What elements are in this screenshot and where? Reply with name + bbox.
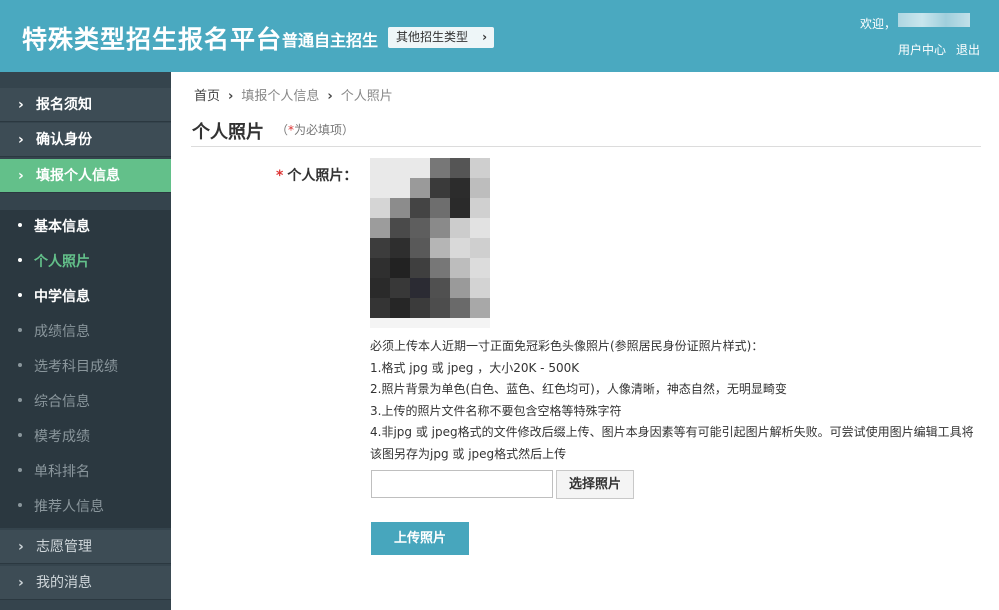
bullet-icon bbox=[18, 293, 22, 297]
sidebar-item-label: 我的消息 bbox=[36, 575, 92, 591]
bullet-icon bbox=[18, 503, 22, 507]
personal-info-submenu: 基本信息 个人照片 中学信息 成绩信息 选考科目成绩 综合信息 模考成绩 单科排… bbox=[0, 210, 171, 528]
chevron-right-icon: › bbox=[18, 168, 24, 184]
title-divider bbox=[191, 146, 981, 147]
submenu-item-label: 综合信息 bbox=[34, 394, 90, 410]
submenu-item-comprehensive-info[interactable]: 综合信息 bbox=[0, 385, 171, 419]
submenu-item-label: 基本信息 bbox=[34, 219, 90, 235]
photo-field-label: * 个人照片： bbox=[276, 165, 357, 185]
submenu-item-label: 模考成绩 bbox=[34, 429, 90, 445]
sidebar-item-label: 志愿管理 bbox=[36, 539, 92, 555]
other-types-label: 其他招生类型 bbox=[396, 30, 469, 44]
admission-type-title: 普通自主招生 bbox=[282, 31, 379, 50]
chevron-right-icon: › bbox=[18, 575, 24, 591]
chevron-right-icon: › bbox=[18, 132, 24, 148]
submenu-item-mock-exam[interactable]: 模考成绩 bbox=[0, 420, 171, 454]
sidebar-item-preferences[interactable]: › 志愿管理 bbox=[0, 530, 171, 564]
submenu-item-elective-scores[interactable]: 选考科目成绩 bbox=[0, 350, 171, 384]
photo-field-label-text: 个人照片： bbox=[287, 168, 358, 184]
instruction-line: 3.上传的照片文件名称不要包含空格等特殊字符 bbox=[370, 403, 622, 418]
welcome-text: 欢迎， bbox=[860, 17, 897, 31]
required-star: * bbox=[276, 168, 284, 184]
submenu-item-grades[interactable]: 成绩信息 bbox=[0, 315, 171, 349]
breadcrumb-parent[interactable]: 填报个人信息 bbox=[241, 89, 319, 104]
sidebar-item-label: 填报个人信息 bbox=[36, 168, 120, 184]
pixelated-portrait-image bbox=[370, 158, 490, 328]
platform-title: 特殊类型招生报名平台 bbox=[22, 25, 283, 54]
breadcrumb-home[interactable]: 首页 bbox=[194, 89, 220, 104]
bullet-icon bbox=[18, 328, 22, 332]
bullet-icon bbox=[18, 363, 22, 367]
submenu-item-referee-info[interactable]: 推荐人信息 bbox=[0, 490, 171, 524]
submenu-item-subject-ranking[interactable]: 单科排名 bbox=[0, 455, 171, 489]
blurred-username bbox=[898, 13, 970, 27]
photo-file-input[interactable] bbox=[371, 470, 553, 498]
chevron-right-icon: › bbox=[18, 97, 24, 113]
required-note-text: 为必填项 bbox=[294, 123, 343, 137]
sidebar: › 报名须知 › 确认身份 › 填报个人信息 基本信息 个人照片 中学信息 成绩信息 … bbox=[0, 72, 171, 610]
instruction-line: 1.格式 jpg 或 jpeg ，大小20K - 500K bbox=[370, 360, 580, 375]
submenu-item-basic-info[interactable]: 基本信息 bbox=[0, 210, 171, 244]
upload-photo-button[interactable]: 上传照片 bbox=[371, 522, 469, 555]
submenu-item-label: 成绩信息 bbox=[34, 324, 90, 340]
bullet-icon bbox=[18, 433, 22, 437]
submenu-item-label: 中学信息 bbox=[34, 289, 90, 305]
submenu-item-personal-photo[interactable]: 个人照片 bbox=[0, 245, 171, 279]
instruction-line: 4.非jpg 或 jpeg格式的文件修改后缀上传、图片本身因素等有可能引起图片解… bbox=[370, 425, 974, 461]
user-center-link[interactable]: 用户中心 bbox=[898, 43, 946, 57]
chevron-right-icon: › bbox=[482, 30, 488, 44]
sidebar-item-personal-info[interactable]: › 填报个人信息 bbox=[0, 159, 171, 193]
bullet-icon bbox=[18, 398, 22, 402]
user-links: 用户中心 退出 bbox=[898, 41, 980, 58]
breadcrumb: 首页 › 填报个人信息 › 个人照片 bbox=[194, 85, 393, 104]
required-note: （*为必填项） bbox=[276, 123, 355, 137]
sidebar-item-label: 报名须知 bbox=[36, 97, 92, 113]
other-types-button[interactable]: 其他招生类型 › bbox=[388, 27, 495, 48]
submenu-item-label: 选考科目成绩 bbox=[34, 359, 118, 375]
chevron-right-icon: › bbox=[327, 89, 333, 104]
bullet-icon bbox=[18, 258, 22, 262]
page-title: 个人照片 bbox=[192, 122, 264, 143]
breadcrumb-current: 个人照片 bbox=[340, 89, 393, 104]
instruction-line: 2.照片背景为单色(白色、蓝色、红色均可)，人像清晰，神态自然，无明显畸变 bbox=[370, 382, 787, 396]
submenu-item-label: 个人照片 bbox=[34, 254, 90, 270]
chevron-right-icon: › bbox=[18, 539, 24, 555]
sidebar-item-confirm-identity[interactable]: › 确认身份 bbox=[0, 123, 171, 157]
top-header: 特殊类型招生报名平台 普通自主招生 其他招生类型 › 欢迎， 用户中心 退出 bbox=[0, 0, 999, 72]
sidebar-item-label: 确认身份 bbox=[36, 132, 92, 148]
submenu-item-label: 推荐人信息 bbox=[34, 499, 104, 515]
submenu-item-school-info[interactable]: 中学信息 bbox=[0, 280, 171, 314]
submenu-item-label: 单科排名 bbox=[34, 464, 90, 480]
chevron-right-icon: › bbox=[228, 89, 234, 104]
bullet-icon bbox=[18, 223, 22, 227]
instruction-line: 必须上传本人近期一寸正面免冠彩色头像照片(参照居民身份证照片样式)： bbox=[370, 339, 764, 353]
photo-instructions: 必须上传本人近期一寸正面免冠彩色头像照片(参照居民身份证照片样式)： 1.格式 … bbox=[370, 336, 985, 465]
bullet-icon bbox=[18, 468, 22, 472]
sidebar-item-notice[interactable]: › 报名须知 bbox=[0, 88, 171, 122]
photo-preview bbox=[370, 158, 490, 328]
logout-link[interactable]: 退出 bbox=[956, 43, 980, 57]
choose-photo-button[interactable]: 选择照片 bbox=[556, 470, 634, 499]
sidebar-item-messages[interactable]: › 我的消息 bbox=[0, 566, 171, 600]
